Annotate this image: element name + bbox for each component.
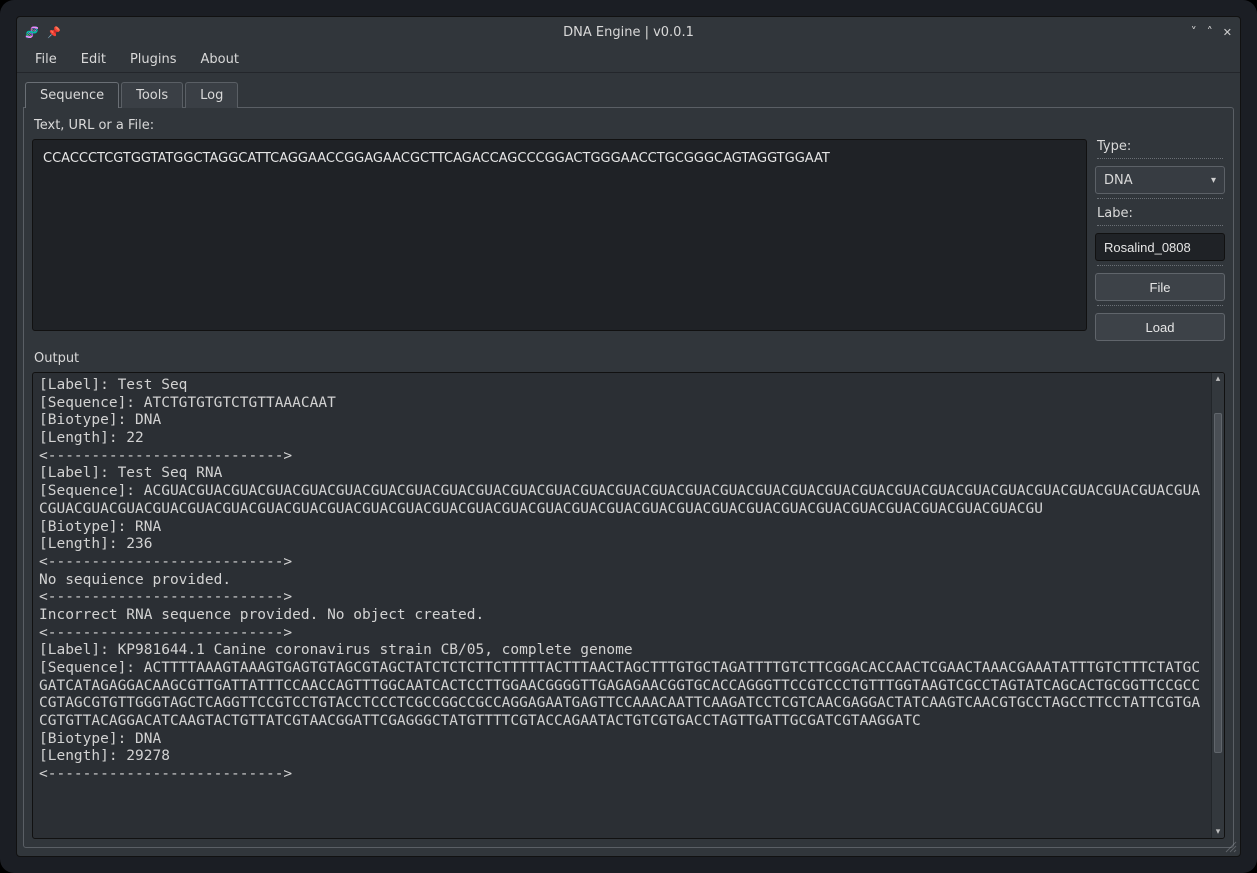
content-area: Sequence Tools Log Text, URL or a File: … (17, 73, 1240, 856)
menu-file[interactable]: File (25, 49, 67, 70)
tab-tools[interactable]: Tools (121, 82, 183, 108)
output-label: Output (34, 351, 1225, 366)
app-window: DNA Engine | v0.0.1 File Edit Plugins Ab… (16, 16, 1241, 857)
tab-sequence[interactable]: Sequence (25, 82, 119, 108)
resize-grip-icon[interactable] (1223, 839, 1237, 853)
menu-plugins[interactable]: Plugins (120, 49, 187, 70)
type-label: Type: (1097, 139, 1225, 154)
load-button[interactable]: Load (1095, 313, 1225, 341)
divider (1097, 305, 1223, 307)
tabstrip: Sequence Tools Log (23, 79, 1234, 107)
menu-edit[interactable]: Edit (71, 49, 116, 70)
menu-about[interactable]: About (191, 49, 249, 70)
sequence-input[interactable] (32, 139, 1087, 331)
titlebar: DNA Engine | v0.0.1 (17, 17, 1240, 47)
divider (1097, 265, 1223, 267)
close-icon[interactable] (1223, 25, 1232, 39)
divider (1097, 198, 1223, 200)
divider (1097, 158, 1223, 160)
scroll-thumb[interactable] (1214, 413, 1222, 753)
divider (1097, 225, 1223, 227)
label-label: Labe: (1097, 206, 1225, 221)
input-label: Text, URL or a File: (34, 118, 1225, 133)
output-area: [Label]: Test Seq [Sequence]: ATCTGTGTGT… (32, 372, 1225, 839)
output-text[interactable]: [Label]: Test Seq [Sequence]: ATCTGTGTGT… (33, 373, 1210, 838)
scroll-down-icon[interactable]: ▾ (1212, 826, 1224, 838)
maximize-icon[interactable] (1207, 25, 1213, 39)
label-input[interactable] (1095, 233, 1225, 261)
tab-log[interactable]: Log (185, 82, 238, 108)
window-title: DNA Engine | v0.0.1 (17, 25, 1240, 40)
output-scrollbar[interactable]: ▴ ▾ (1211, 373, 1224, 838)
scroll-up-icon[interactable]: ▴ (1212, 373, 1224, 385)
type-select[interactable]: DNA ▾ (1095, 166, 1225, 194)
side-panel: Type: DNA ▾ Labe: File Load (1095, 139, 1225, 341)
minimize-icon[interactable] (1191, 25, 1197, 39)
type-select-value: DNA (1104, 173, 1133, 188)
menubar: File Edit Plugins About (17, 47, 1240, 73)
file-button[interactable]: File (1095, 273, 1225, 301)
tab-panel-sequence: Text, URL or a File: Type: DNA ▾ Labe: (23, 107, 1234, 848)
app-icon (25, 25, 39, 39)
pin-icon[interactable] (47, 25, 61, 39)
chevron-down-icon: ▾ (1211, 175, 1216, 186)
